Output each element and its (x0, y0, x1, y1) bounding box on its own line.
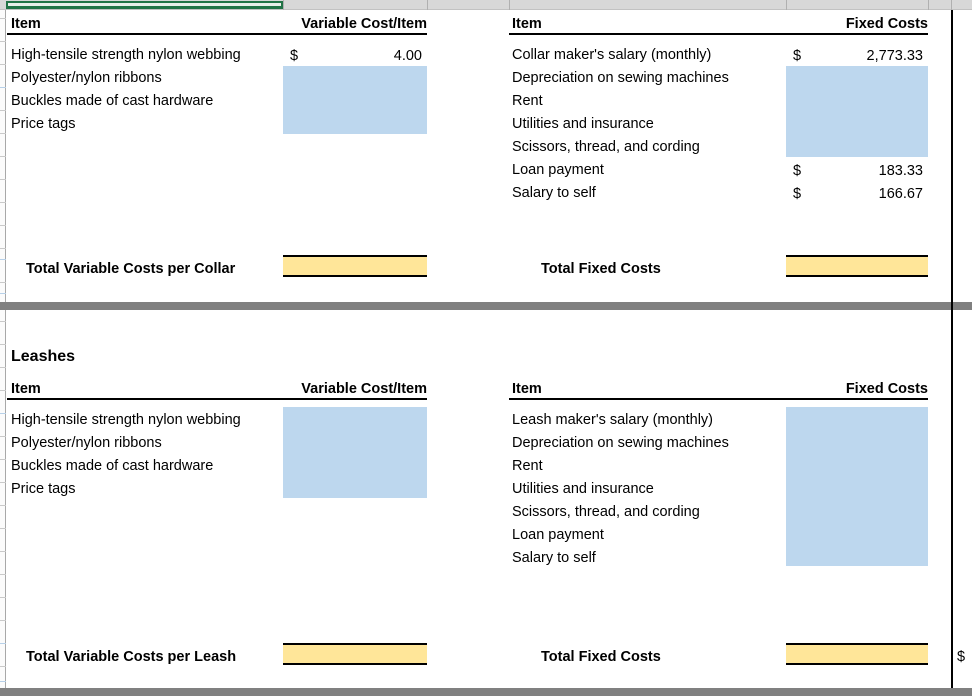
leashes-fixed-input-range[interactable] (786, 407, 928, 566)
leashes-fixed-header-rule (509, 398, 928, 400)
collars-variable-row-label: High-tensile strength nylon webbing (11, 47, 241, 63)
collars-fixed-row-label: Depreciation on sewing machines (512, 70, 729, 86)
row-header-strip[interactable] (0, 10, 6, 696)
leashes-fixed-header-item: Item (512, 381, 542, 397)
offsheet-currency-symbol: $ (957, 649, 966, 665)
leashes-fixed-row-label: Loan payment (512, 527, 604, 543)
collars-variable-row-label: Price tags (11, 116, 76, 132)
collars-fixed-input-range[interactable] (786, 66, 928, 157)
collars-variable-total-label: Total Variable Costs per Collar (26, 261, 236, 277)
collars-variable-row-value[interactable]: 4.00 (287, 48, 422, 64)
leashes-variable-total-label: Total Variable Costs per Leash (26, 649, 237, 665)
leashes-variable-header-item: Item (11, 381, 41, 397)
collars-variable-header-value: Variable Cost/Item (301, 16, 427, 32)
leashes-fixed-total-value[interactable] (786, 643, 928, 665)
collars-variable-row-label: Polyester/nylon ribbons (11, 70, 162, 86)
collars-variable-header-item: Item (11, 16, 41, 32)
leashes-fixed-row-label: Leash maker's salary (monthly) (512, 412, 714, 428)
leashes-section-title: Leashes (11, 348, 76, 365)
collars-fixed-row-label: Salary to self (512, 185, 596, 201)
leashes-fixed-row-label: Salary to self (512, 550, 596, 566)
collars-variable-header-rule (7, 33, 427, 35)
collars-variable-input-range[interactable] (283, 66, 427, 134)
leashes-variable-header-rule (7, 398, 427, 400)
collars-fixed-row-label: Utilities and insurance (512, 116, 654, 132)
leashes-fixed-row-label: Scissors, thread, and cording (512, 504, 700, 520)
collars-fixed-row-value[interactable]: 2,773.33 (790, 48, 923, 64)
selected-range-indicator (6, 1, 283, 9)
collars-fixed-row-value[interactable]: 166.67 (790, 186, 923, 202)
collars-fixed-total-value[interactable] (786, 255, 928, 277)
leashes-fixed-row-label: Depreciation on sewing machines (512, 435, 729, 451)
collars-fixed-row-label: Loan payment (512, 162, 604, 178)
leashes-variable-row-label: Price tags (11, 481, 76, 497)
collars-fixed-total-label: Total Fixed Costs (541, 261, 661, 277)
leashes-variable-row-label: Buckles made of cast hardware (11, 458, 214, 474)
leashes-variable-row-label: High-tensile strength nylon webbing (11, 412, 241, 428)
collars-fixed-row-label: Collar maker's salary (monthly) (512, 47, 712, 63)
pane-divider-bottom (0, 688, 972, 696)
collars-fixed-header-item: Item (512, 16, 542, 32)
leashes-fixed-header-value: Fixed Costs (845, 381, 928, 397)
collars-fixed-header-value: Fixed Costs (845, 16, 928, 32)
collars-fixed-row-label: Rent (512, 93, 543, 109)
spreadsheet-grid[interactable]: Item Variable Cost/Item Item Fixed Costs… (0, 0, 972, 696)
collars-variable-total-value[interactable] (283, 255, 427, 277)
pane-divider (0, 302, 972, 310)
leashes-fixed-total-label: Total Fixed Costs (541, 649, 661, 665)
collars-fixed-row-value[interactable]: 183.33 (790, 163, 923, 179)
leashes-variable-row-label: Polyester/nylon ribbons (11, 435, 162, 451)
collars-fixed-header-rule (509, 33, 928, 35)
leashes-fixed-row-label: Utilities and insurance (512, 481, 654, 497)
leashes-variable-input-range[interactable] (283, 407, 427, 498)
collars-variable-row-label: Buckles made of cast hardware (11, 93, 214, 109)
leashes-fixed-row-label: Rent (512, 458, 543, 474)
leashes-variable-header-value: Variable Cost/Item (301, 381, 427, 397)
leashes-variable-total-value[interactable] (283, 643, 427, 665)
print-area-right-border (951, 10, 953, 688)
column-header-strip[interactable] (0, 0, 972, 10)
collars-fixed-row-label: Scissors, thread, and cording (512, 139, 700, 155)
